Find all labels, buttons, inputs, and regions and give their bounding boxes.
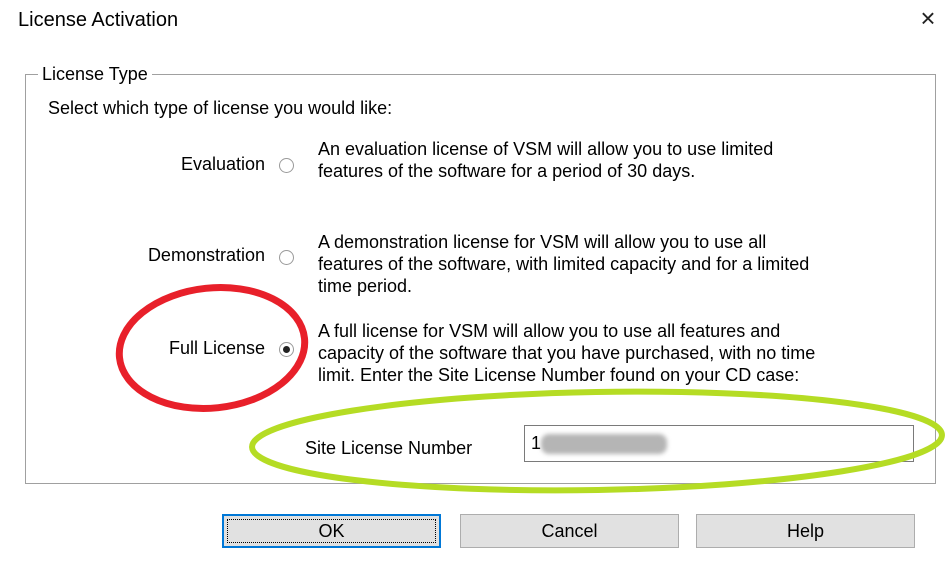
dialog-title: License Activation bbox=[18, 9, 179, 31]
demonstration-label[interactable]: Demonstration bbox=[15, 243, 265, 267]
site-license-label: Site License Number bbox=[305, 438, 473, 458]
cancel-button[interactable]: Cancel bbox=[460, 514, 679, 548]
close-button[interactable]: × bbox=[914, 2, 942, 34]
license-type-legend: License Type bbox=[38, 62, 152, 86]
demonstration-description: A demonstration license for VSM will all… bbox=[318, 232, 810, 296]
help-button[interactable]: Help bbox=[696, 514, 915, 548]
evaluation-radio[interactable] bbox=[279, 158, 294, 173]
evaluation-label[interactable]: Evaluation bbox=[15, 152, 265, 176]
license-type-instruction: Select which type of license you would l… bbox=[48, 98, 393, 118]
demonstration-radio[interactable] bbox=[279, 250, 294, 265]
close-icon: × bbox=[920, 3, 936, 33]
redaction-blur bbox=[541, 434, 667, 454]
ok-button[interactable]: OK bbox=[222, 514, 441, 548]
full-license-radio[interactable] bbox=[279, 342, 294, 357]
full-license-description: A full license for VSM will allow you to… bbox=[318, 321, 816, 385]
evaluation-description: An evaluation license of VSM will allow … bbox=[318, 139, 774, 181]
full-license-label[interactable]: Full License bbox=[15, 336, 265, 360]
